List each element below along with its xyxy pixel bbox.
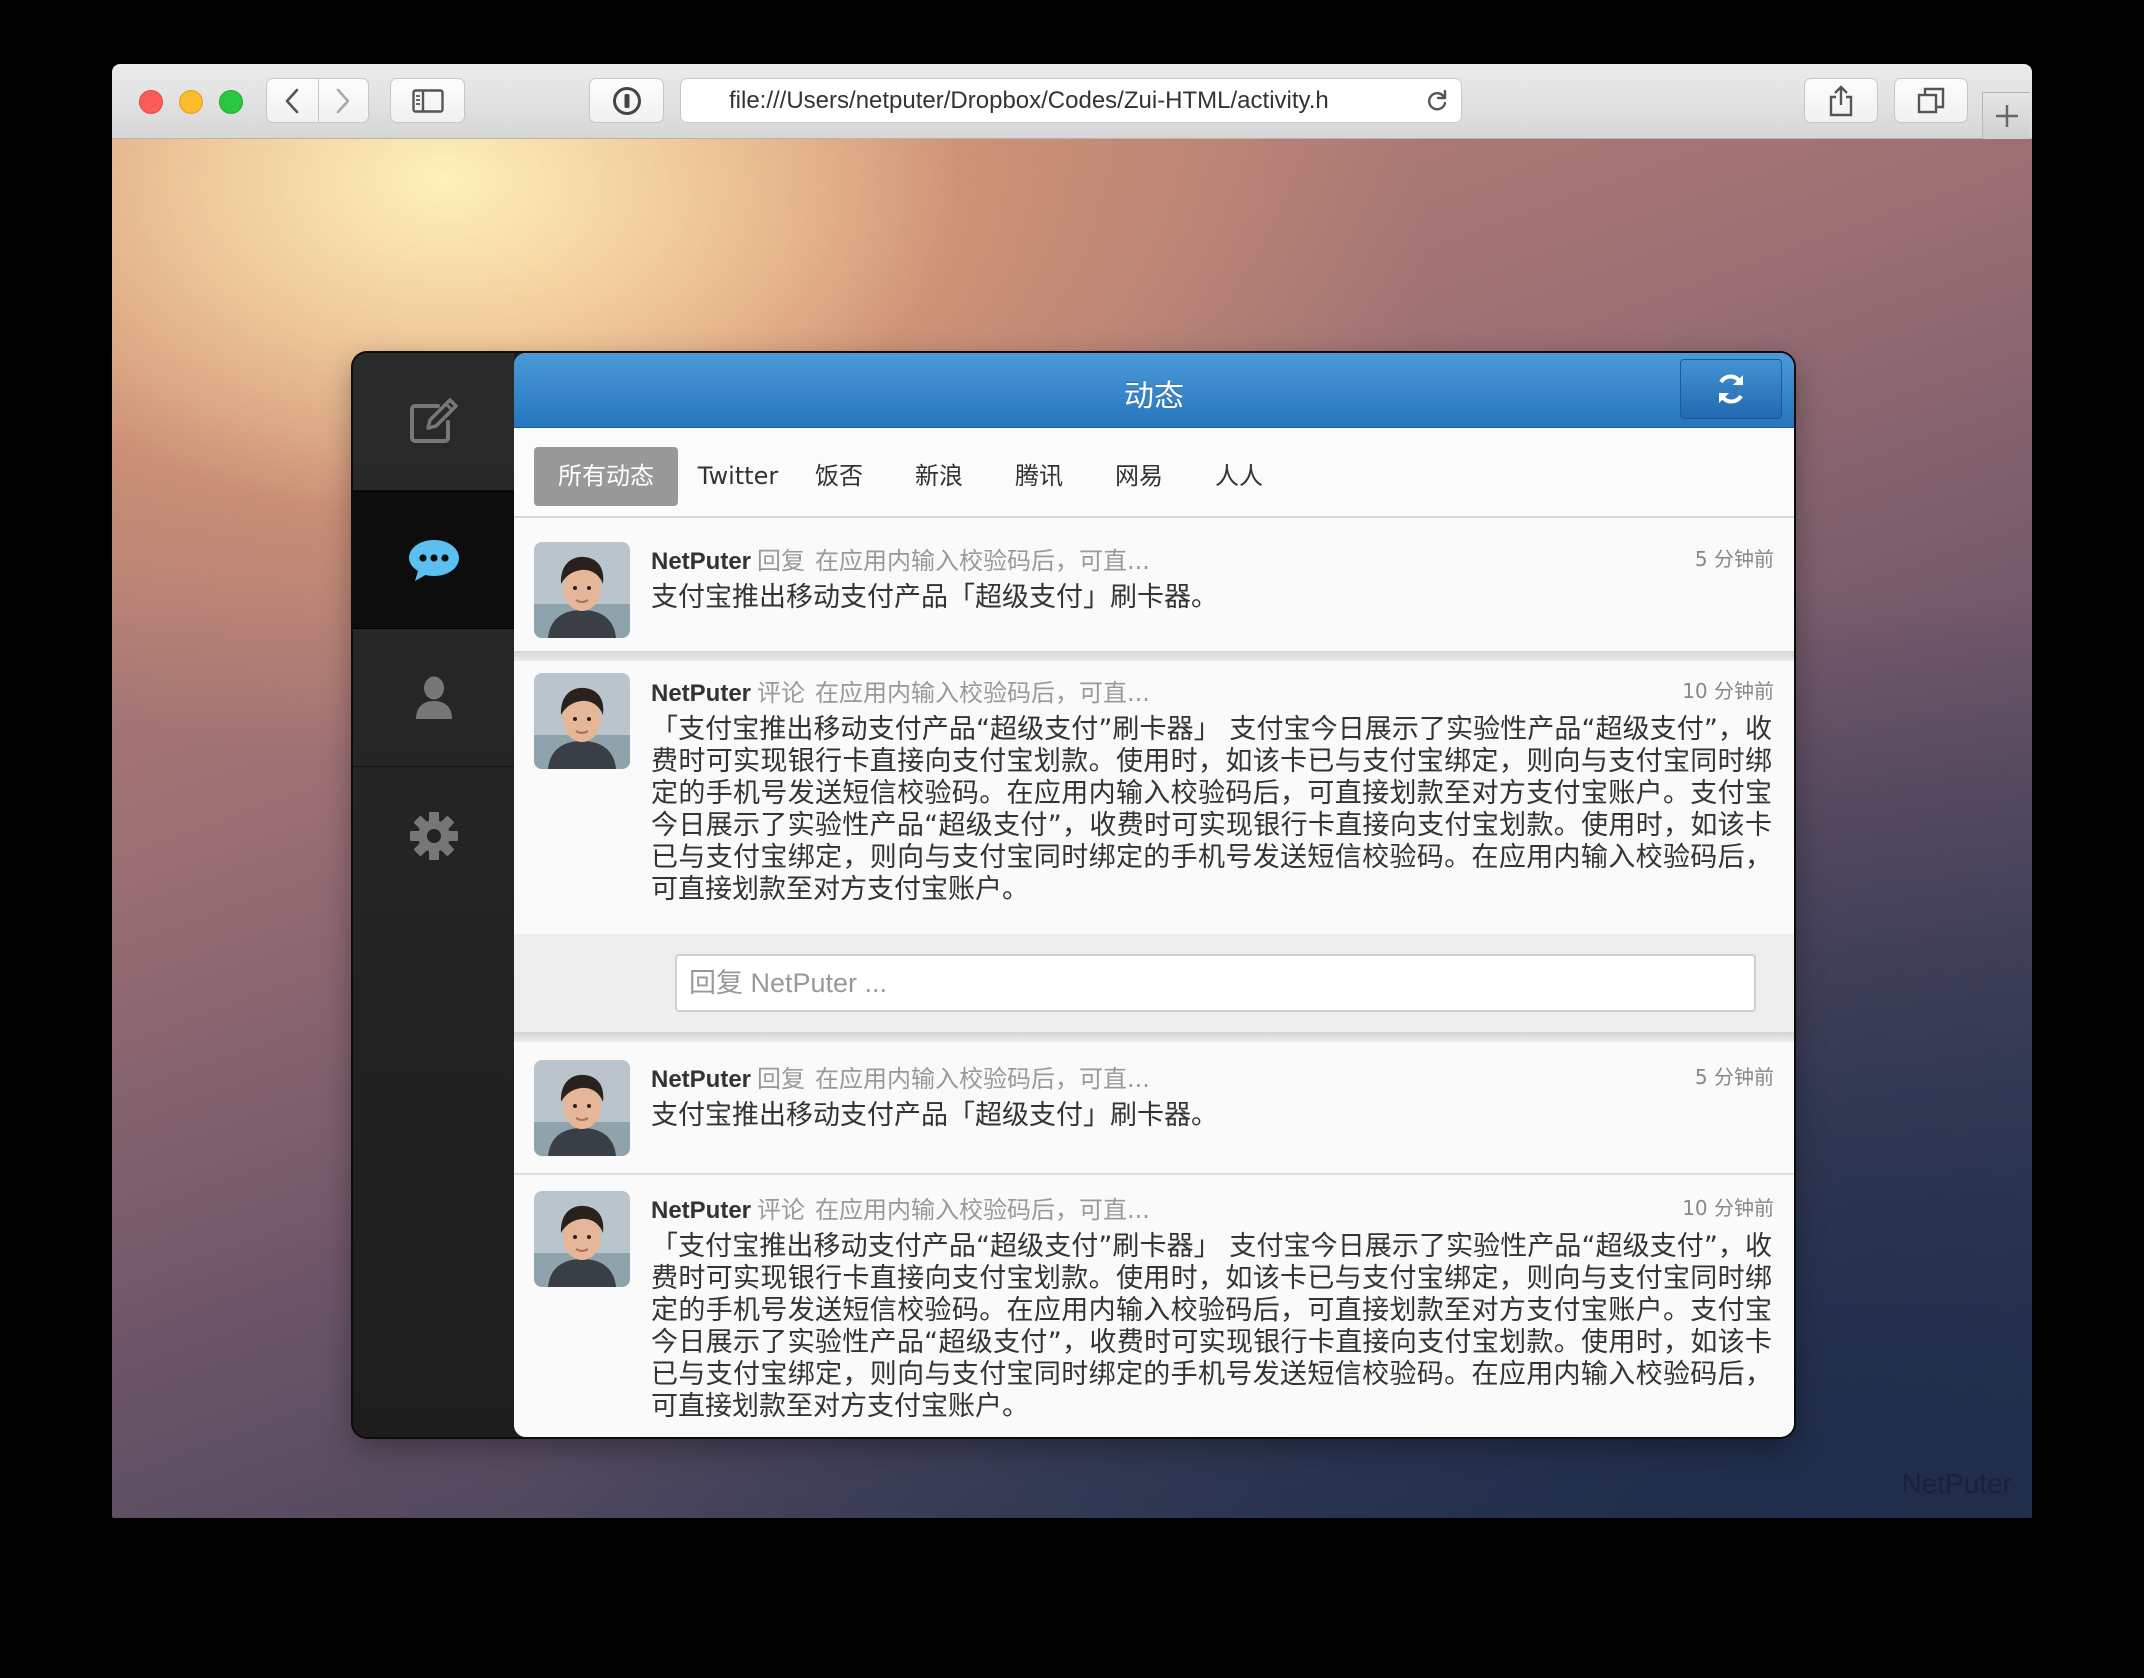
reload-icon[interactable] [1425,89,1449,113]
feed-item: NetPuter 回复 在应用内输入校验码后，可直... 5 分钟前 支付宝推出移动… [514,520,1794,651]
tab-netease[interactable]: 网易 [1094,447,1184,506]
back-button[interactable] [267,79,318,122]
avatar[interactable] [534,542,630,638]
avatar[interactable] [534,1191,630,1287]
author-name[interactable]: NetPuter [651,1197,751,1224]
sidebar-item-settings[interactable] [353,767,514,905]
share-icon [1829,84,1853,116]
post-context[interactable]: 在应用内输入校验码后，可直... [815,1065,1150,1093]
plus-icon [1995,105,2018,127]
user-icon [415,676,452,719]
post-meta: NetPuter 评论 在应用内输入校验码后，可直... [651,673,1150,708]
tabs-overview-icon [1917,87,1945,113]
post-time: 5 分钟前 [1694,1065,1774,1089]
post-meta: NetPuter 回复 在应用内输入校验码后，可直... [651,541,1150,576]
post-context[interactable]: 在应用内输入校验码后，可直... [815,679,1150,707]
page-title: 动态 [1124,379,1184,414]
watermark: NetPuter [1901,1468,2013,1499]
filter-tabs: 所有动态 Twitter 饭否 新浪 腾讯 网易 人人 [514,428,1794,518]
tab-tencent[interactable]: 腾讯 [994,447,1084,506]
reply-area: 回复 NetPuter ... [514,934,1794,1032]
browser-window: file:///Users/netputer/Dropbox/Codes/Zui… [112,64,2032,1518]
panel-header: 动态 [514,353,1794,428]
post-context[interactable]: 在应用内输入校验码后，可直... [815,547,1150,575]
page-viewport: 动态 所有动态 Twitter 饭否 新浪 腾讯 网易 人人 NetPuter … [112,139,2032,1518]
author-name[interactable]: NetPuter [651,1066,751,1093]
avatar[interactable] [534,673,630,769]
sidebar-toggle-button[interactable] [390,78,465,123]
tab-all-activity[interactable]: 所有动态 [534,447,678,506]
post-meta: NetPuter 回复 在应用内输入校验码后，可直... [651,1059,1150,1094]
gear-icon [409,812,458,860]
new-tab-button[interactable] [1982,92,2030,139]
post-text: 支付宝推出移动支付产品「超级支付」刷卡器。 [651,1100,1218,1131]
post-action: 回复 [757,1065,806,1093]
avatar[interactable] [534,1060,630,1156]
post-action: 回复 [757,547,806,575]
activity-app: 动态 所有动态 Twitter 饭否 新浪 腾讯 网易 人人 NetPuter … [353,353,1794,1437]
tab-renren[interactable]: 人人 [1194,447,1284,506]
divider [514,651,1794,661]
post-time: 5 分钟前 [1694,547,1774,571]
author-name[interactable]: NetPuter [651,680,751,707]
forward-button[interactable] [317,79,369,122]
share-button[interactable] [1804,78,1878,123]
reply-input[interactable]: 回复 NetPuter ... [675,954,1756,1012]
sidebar-icon [411,88,444,113]
history-nav [266,78,369,123]
tab-sina[interactable]: 新浪 [894,447,984,506]
chevron-right-icon [336,88,350,113]
browser-toolbar: file:///Users/netputer/Dropbox/Codes/Zui… [112,64,2032,139]
minimize-window-button[interactable] [179,90,203,114]
tab-twitter[interactable]: Twitter [688,447,788,506]
tab-fanfou[interactable]: 饭否 [794,447,884,506]
feed-item: NetPuter 回复 在应用内输入校验码后，可直... 5 分钟前 支付宝推出移动… [514,1042,1794,1173]
url-text: file:///Users/netputer/Dropbox/Codes/Zui… [729,86,1329,114]
chevron-left-icon [285,88,299,113]
activity-feed: NetPuter 回复 在应用内输入校验码后，可直... 5 分钟前 支付宝推出移动… [514,520,1794,1437]
feed-item: NetPuter 评论 在应用内输入校验码后，可直... 10 分钟前 「支付宝推出… [514,1175,1794,1437]
post-time: 10 分钟前 [1682,679,1774,703]
activity-panel: 动态 所有动态 Twitter 饭否 新浪 腾讯 网易 人人 NetPuter … [514,353,1794,1437]
password-button[interactable] [589,78,664,123]
show-tabs-button[interactable] [1894,78,1968,123]
post-text: 「支付宝推出移动支付产品“超级支付”刷卡器」 支付宝今日展示了实验性产品“超级支… [651,714,1772,905]
author-name[interactable]: NetPuter [651,548,751,575]
close-window-button[interactable] [139,90,163,114]
address-bar[interactable]: file:///Users/netputer/Dropbox/Codes/Zui… [680,78,1462,123]
sidebar-item-activity[interactable] [353,491,514,629]
zoom-window-button[interactable] [219,90,243,114]
feed-item: NetPuter 评论 在应用内输入校验码后，可直... 10 分钟前 「支付宝推出… [514,661,1794,934]
post-time: 10 分钟前 [1682,1196,1774,1220]
post-meta: NetPuter 评论 在应用内输入校验码后，可直... [651,1190,1150,1225]
post-text: 支付宝推出移动支付产品「超级支付」刷卡器。 [651,582,1218,613]
post-text: 「支付宝推出移动支付产品“超级支付”刷卡器」 支付宝今日展示了实验性产品“超级支… [651,1231,1772,1422]
post-context[interactable]: 在应用内输入校验码后，可直... [815,1196,1150,1224]
sidebar-item-profile[interactable] [353,629,514,767]
sidebar-item-compose[interactable] [353,353,514,491]
password-manager-icon [612,86,641,115]
compose-icon [409,398,458,443]
divider [514,1032,1794,1042]
post-action: 评论 [757,679,806,707]
app-sidebar [353,353,514,1437]
chat-bubble-icon [408,540,459,581]
refresh-icon [1719,374,1743,404]
post-action: 评论 [757,1196,806,1224]
refresh-button[interactable] [1680,359,1782,419]
